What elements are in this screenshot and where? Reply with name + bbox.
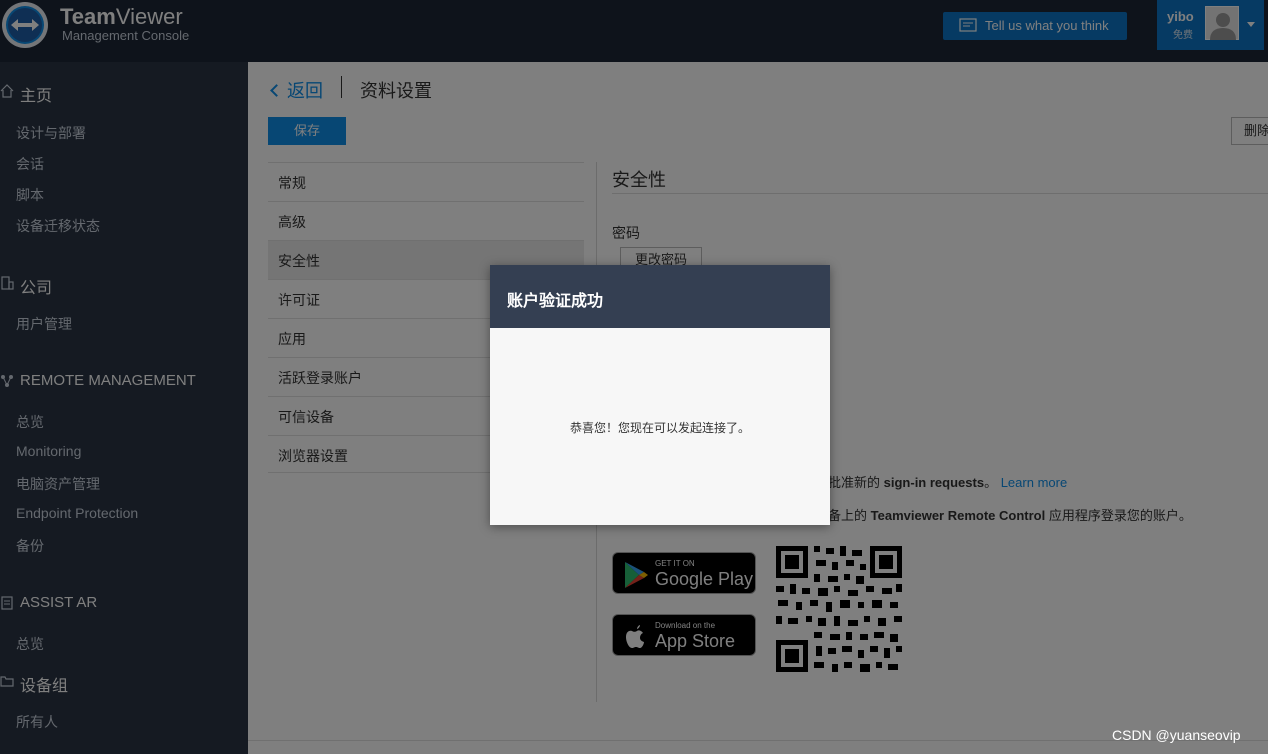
verification-success-dialog: 账户验证成功 恭喜您！您现在可以发起连接了。 <box>490 265 830 525</box>
dialog-header: 账户验证成功 <box>490 265 830 328</box>
watermark: CSDN @yuanseovip <box>1112 727 1241 743</box>
dialog-message: 恭喜您！您现在可以发起连接了。 <box>569 421 750 435</box>
dialog-body: 恭喜您！您现在可以发起连接了。 <box>490 328 830 525</box>
dialog-title: 账户验证成功 <box>507 293 604 310</box>
